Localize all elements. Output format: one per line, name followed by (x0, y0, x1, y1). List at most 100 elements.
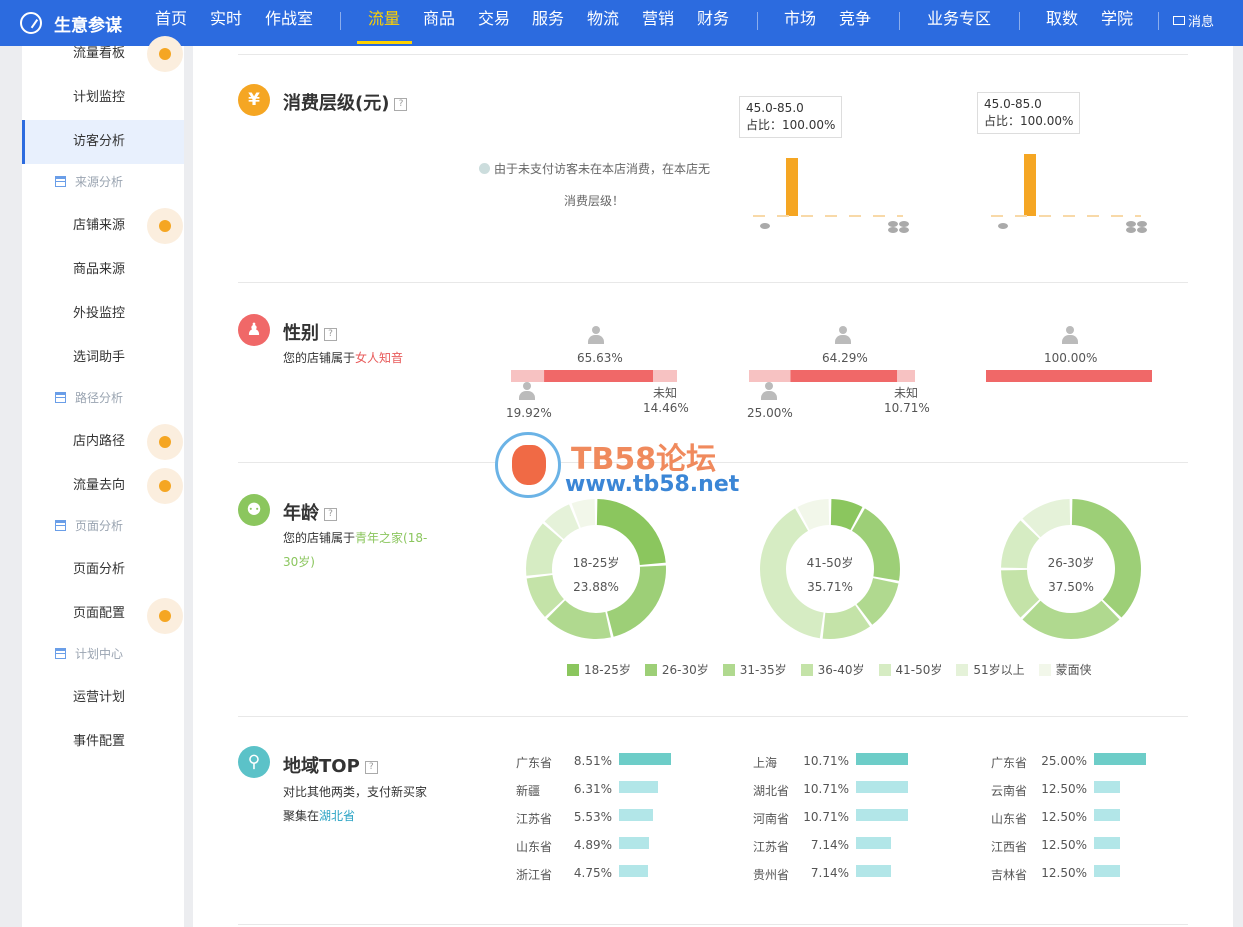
family-icon: ⚉ (238, 494, 270, 526)
coins-icon (888, 221, 898, 227)
sidebar-item-event-config[interactable]: 事件配置 (22, 720, 184, 764)
sidebar-group-page: 页面分析 (22, 506, 184, 546)
region-row: 吉林省 12.50% (991, 859, 1211, 887)
consumption-tooltip: 45.0-85.0 占比：100.00% (977, 92, 1081, 134)
donut-slice[interactable] (546, 600, 611, 639)
female-segment (544, 370, 654, 382)
tooltip-range: 45.0-85.0 (746, 101, 804, 115)
region-row: 浙江省 4.75% (516, 859, 736, 887)
legend-item[interactable]: 蒙面侠 (1038, 661, 1092, 678)
nav-marketing[interactable]: 营销 (642, 0, 674, 46)
help-icon[interactable]: ? (394, 97, 408, 111)
nav-service[interactable]: 服务 (532, 0, 564, 46)
section-title-region: 地域TOP? (283, 752, 378, 778)
female-segment (986, 370, 1152, 382)
nav-academy[interactable]: 学院 (1101, 0, 1133, 46)
region-name: 江苏省 (753, 840, 790, 854)
sidebar-item-label: 店铺来源 (73, 218, 126, 233)
messages-button[interactable]: 消息 (1173, 11, 1214, 30)
region-name: 山东省 (516, 840, 553, 854)
nav-logistics[interactable]: 物流 (587, 0, 619, 46)
info-icon (479, 163, 490, 174)
region-value: 10.71% (803, 810, 849, 824)
sidebar-item-label: 页面配置 (73, 606, 126, 621)
nav-finance[interactable]: 财务 (697, 0, 729, 46)
nav-product[interactable]: 商品 (423, 0, 455, 46)
region-value: 10.71% (803, 754, 849, 768)
section-title-age: 年龄? (283, 499, 337, 525)
nav-business-zone[interactable]: 业务专区 (927, 0, 991, 46)
donut-slice[interactable] (1022, 600, 1120, 639)
age-summary-line2: 30岁) (283, 555, 315, 569)
tooltip-share: 占比：100.00% (746, 118, 836, 132)
chart-bar (1024, 154, 1036, 216)
region-row: 新疆 6.31% (516, 775, 736, 803)
consumption-tooltip: 45.0-85.0 占比：100.00% (739, 96, 843, 138)
nav-competition[interactable]: 竞争 (839, 0, 871, 46)
help-icon[interactable]: ? (364, 760, 378, 774)
coins-icon (1126, 221, 1136, 227)
help-icon[interactable]: ? (324, 327, 337, 341)
female-icon (588, 326, 604, 344)
sidebar-group-label: 来源分析 (75, 175, 124, 189)
sidebar-item-external-monitor[interactable]: 外投监控 (22, 292, 184, 336)
legend-item[interactable]: 18-25岁 (567, 661, 631, 678)
sidebar-item-plan-monitor[interactable]: 计划监控 (22, 76, 184, 120)
help-icon[interactable]: ? (324, 507, 337, 521)
nav-trade[interactable]: 交易 (478, 0, 510, 46)
legend-item[interactable]: 31-35岁 (722, 661, 787, 678)
sidebar-group-plan-center: 计划中心 (22, 634, 184, 674)
gender-column-1: 65.63% 未知 19.92% 14.46% (506, 326, 689, 426)
consumption-bar-chart (753, 158, 909, 233)
sidebar-item-label: 外投监控 (73, 306, 126, 321)
nav-market[interactable]: 市场 (784, 0, 816, 46)
region-row: 湖北省 10.71% (753, 775, 973, 803)
legend-item[interactable]: 51岁以上 (956, 661, 1025, 678)
legend-swatch (878, 663, 891, 676)
region-row: 江苏省 5.53% (516, 803, 736, 831)
messages-label: 消息 (1188, 15, 1215, 30)
region-name: 江苏省 (516, 812, 553, 826)
region-value: 7.14% (810, 838, 849, 852)
female-share: 65.63% (577, 351, 623, 365)
nav-warroom[interactable]: 作战室 (265, 0, 313, 46)
nav-data-fetch[interactable]: 取数 (1046, 0, 1078, 46)
sidebar-item-product-source[interactable]: 商品来源 (22, 248, 184, 292)
nav-divider (1158, 12, 1159, 30)
coins-icon (1137, 221, 1147, 227)
nav-divider (899, 12, 900, 30)
consumption-note: 由于未支付访客未在本店消费，在本店无 (479, 160, 710, 177)
nav-traffic[interactable]: 流量 (368, 0, 400, 46)
legend-label: 蒙面侠 (1055, 663, 1092, 677)
nav-realtime[interactable]: 实时 (210, 0, 242, 46)
sidebar-item-visitor-analysis[interactable]: 访客分析 (22, 120, 184, 164)
section-title-text: 年龄 (283, 503, 319, 524)
region-name: 江西省 (991, 840, 1028, 854)
sidebar-item-keyword-helper[interactable]: 选词助手 (22, 336, 184, 380)
summary-highlight: 女人知音 (355, 351, 404, 365)
region-bar (856, 781, 908, 793)
sidebar-item-page-analysis[interactable]: 页面分析 (22, 548, 184, 592)
sidebar-item-label: 流量去向 (73, 478, 126, 493)
compass-icon (20, 12, 42, 34)
legend-item[interactable]: 26-30岁 (644, 661, 709, 678)
legend-label: 31-35岁 (739, 663, 787, 677)
region-value: 4.89% (573, 838, 612, 852)
region-value: 12.50% (1041, 866, 1087, 880)
coins-icon (899, 221, 909, 227)
nav-divider (1019, 12, 1020, 30)
male-segment (749, 370, 791, 382)
region-row: 山东省 4.89% (516, 831, 736, 859)
legend-item[interactable]: 41-50岁 (878, 661, 942, 678)
sidebar-item-operation-plan[interactable]: 运营计划 (22, 676, 184, 720)
location-pin-icon: ⚲ (238, 746, 270, 778)
region-bar (619, 809, 653, 821)
unknown-share: 14.46% (643, 401, 689, 415)
gender-summary: 您的店铺属于女人知音 (283, 346, 403, 370)
legend-swatch (800, 663, 813, 676)
region-name: 浙江省 (516, 868, 553, 882)
legend-item[interactable]: 36-40岁 (800, 661, 865, 678)
chart-bar (786, 158, 798, 216)
donut-center: 18-25岁 23.88% (521, 551, 671, 599)
tooltip-share: 占比：100.00% (984, 114, 1074, 128)
